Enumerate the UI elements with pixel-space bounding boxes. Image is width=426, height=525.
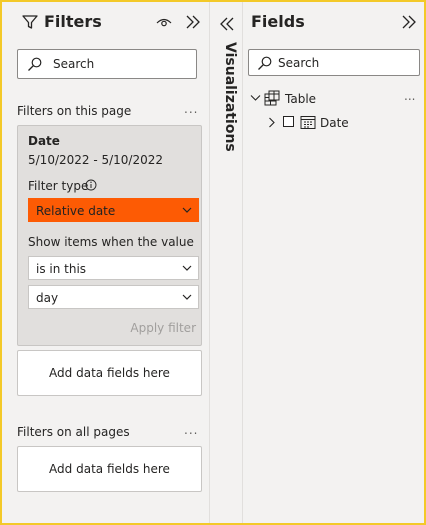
condition-dropdown[interactable]: is in this [28, 256, 199, 280]
date-field-label: Date [320, 116, 349, 130]
add-all-pages-filter-dropzone[interactable]: Add data fields here [17, 446, 202, 492]
chevron-down-icon[interactable] [250, 94, 261, 102]
filters-on-all-pages-label: Filters on all pages [17, 425, 130, 439]
calendar-icon [300, 116, 316, 129]
condition-value: is in this [36, 262, 87, 276]
page-filters-more-button[interactable]: ... [184, 102, 198, 116]
unit-dropdown[interactable]: day [28, 285, 199, 309]
filter-type-dropdown[interactable]: Relative date [28, 198, 199, 222]
filters-pane: Filters Search Filters on this page ... … [2, 2, 210, 523]
chevron-down-icon [182, 294, 192, 300]
chevron-down-icon [182, 265, 192, 271]
fields-pane: Fields Search Table ... Date [243, 2, 424, 523]
all-filters-more-button[interactable]: ... [184, 423, 198, 437]
double-chevron-left-icon[interactable] [219, 17, 235, 31]
app-frame: Filters Search Filters on this page ... … [2, 2, 424, 523]
unit-value: day [36, 291, 59, 305]
table-more-button[interactable]: ... [404, 89, 415, 103]
tree-date-row[interactable]: Date [268, 114, 388, 132]
filters-on-this-page-label: Filters on this page [17, 104, 132, 118]
chevron-right-icon[interactable] [268, 117, 276, 128]
tree-table-row[interactable]: Table [250, 90, 350, 108]
filters-search-placeholder: Search [53, 57, 95, 71]
table-label: Table [285, 92, 317, 106]
filter-type-value: Relative date [36, 204, 116, 218]
search-icon [28, 57, 42, 71]
chevron-down-icon [182, 207, 192, 213]
visualizations-label[interactable]: Visualizations [216, 42, 238, 152]
eye-icon[interactable] [156, 16, 172, 28]
filters-header: Filters [2, 2, 210, 46]
visualizations-pane-collapsed: Visualizations [210, 2, 243, 523]
filter-card-range: 5/10/2022 - 5/10/2022 [28, 153, 164, 167]
filters-title: Filters [44, 12, 102, 31]
date-filter-card[interactable]: Date 5/10/2022 - 5/10/2022 Filter type R… [17, 125, 202, 346]
search-icon [258, 56, 272, 70]
apply-filter-button[interactable]: Apply filter [130, 321, 196, 335]
add-page-filter-dropzone[interactable]: Add data fields here [17, 350, 202, 396]
fields-title: Fields [251, 12, 305, 31]
double-chevron-right-icon[interactable] [185, 15, 201, 29]
info-icon[interactable] [85, 179, 97, 191]
filters-search-input[interactable]: Search [17, 49, 197, 79]
filter-type-label: Filter type [28, 179, 89, 193]
date-checkbox[interactable] [283, 116, 294, 127]
double-chevron-right-icon[interactable] [401, 15, 417, 29]
funnel-icon [22, 15, 38, 29]
fields-search-placeholder: Search [278, 56, 320, 70]
show-items-label: Show items when the value [28, 235, 194, 249]
fields-search-input[interactable]: Search [248, 49, 420, 76]
table-icon [264, 90, 280, 106]
filter-card-field: Date [28, 134, 60, 148]
